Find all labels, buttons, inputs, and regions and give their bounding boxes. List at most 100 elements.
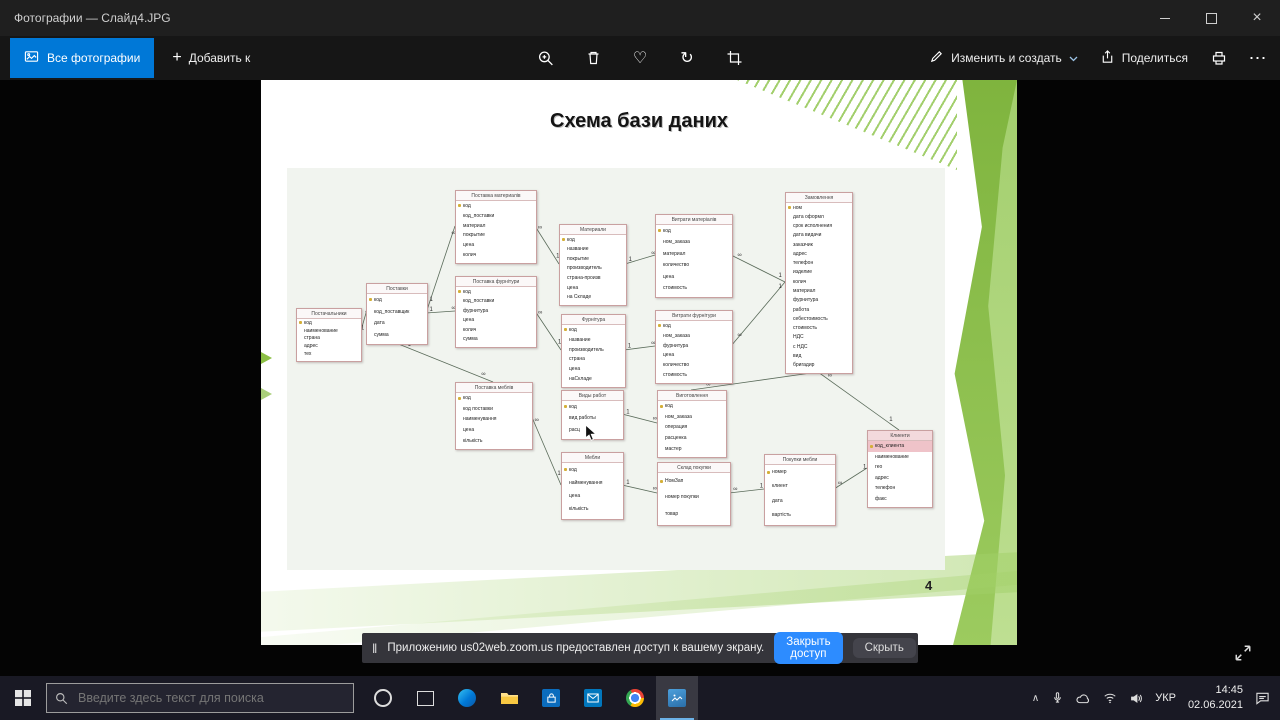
entity-field: код xyxy=(656,225,732,237)
entity-field: цена xyxy=(569,366,581,373)
entity-table: Постачальники код наименование страна адрес т… xyxy=(296,308,362,362)
minimize-button[interactable] xyxy=(1142,0,1188,36)
entity-table: Поставка фурнітури код код_поставки фурниту… xyxy=(455,276,537,348)
entity-field: дата xyxy=(772,497,783,504)
edit-create-button[interactable]: Изменить и создать xyxy=(929,49,1078,67)
entity-field: код xyxy=(456,201,536,211)
more-button[interactable]: ⋯ xyxy=(1249,48,1267,68)
key-icon xyxy=(788,206,791,210)
maximize-button[interactable] xyxy=(1188,0,1234,36)
expand-icon xyxy=(1235,645,1251,661)
crop-icon[interactable] xyxy=(726,50,743,67)
entity-field: цена xyxy=(463,242,475,249)
system-tray: ∧ УКР 14:45 02.06.2021 xyxy=(1032,676,1280,720)
share-button[interactable]: Поделиться xyxy=(1100,49,1188,67)
taskbar-search-box[interactable] xyxy=(46,683,354,713)
entity-field: вид xyxy=(793,352,802,359)
entity-field: код xyxy=(658,401,726,412)
entity-field: стоимость xyxy=(663,372,687,379)
favorite-icon[interactable]: ♡ xyxy=(632,50,649,67)
volume-icon[interactable] xyxy=(1129,692,1143,705)
entity-field: гео xyxy=(875,464,883,471)
entity-field: с НДС xyxy=(793,343,808,350)
entity-field: цена xyxy=(569,493,581,500)
file-explorer-button[interactable] xyxy=(488,676,530,720)
hide-banner-button[interactable]: Скрыть xyxy=(852,638,916,658)
entity-field: материал xyxy=(793,288,816,295)
slide-image: Схема бази даних 1∞1∞1∞1∞1∞1∞1∞1∞1∞1∞1∞1… xyxy=(261,80,1017,645)
chrome-icon xyxy=(626,689,644,707)
key-icon xyxy=(564,328,567,332)
entity-field: на Складе xyxy=(567,294,592,301)
entity-field: стоимость xyxy=(793,325,817,332)
entity-field: наСкладе xyxy=(569,376,592,383)
entity-field: ном_заказа xyxy=(663,332,690,339)
entity-field: мастер xyxy=(665,445,682,452)
entity-table: Витрати матеріалів код ном_заказа материал к… xyxy=(655,214,733,298)
all-photos-button[interactable]: Все фотографии xyxy=(10,38,155,78)
cardinality-label: 1 xyxy=(889,417,893,423)
entity-field: код xyxy=(562,325,625,335)
task-view-button[interactable] xyxy=(404,676,446,720)
entity-field: код xyxy=(456,287,536,297)
photos-icon xyxy=(668,689,686,707)
cardinality-label: 1 xyxy=(626,409,630,415)
entity-table: Замовлення ном дата оформл срок исполнения д… xyxy=(785,192,853,374)
key-icon xyxy=(658,229,661,233)
search-input[interactable] xyxy=(76,690,345,706)
entity-table: Поставки код код_поставщик дата сумма xyxy=(366,283,428,345)
onedrive-icon[interactable] xyxy=(1076,693,1091,704)
language-indicator[interactable]: УКР xyxy=(1155,692,1176,704)
mail-button[interactable] xyxy=(572,676,614,720)
key-icon xyxy=(564,405,567,409)
share-label: Поделиться xyxy=(1121,51,1188,65)
action-center-icon[interactable] xyxy=(1255,691,1270,705)
photos-app-button[interactable] xyxy=(656,676,698,720)
clock[interactable]: 14:45 02.06.2021 xyxy=(1188,683,1243,713)
cardinality-label: ∞ xyxy=(538,310,542,316)
entity-title: Покупки мебли xyxy=(765,455,835,465)
key-icon xyxy=(299,321,302,325)
entity-title: Постачальники xyxy=(297,309,361,319)
mic-icon[interactable] xyxy=(1051,691,1064,705)
entity-field: код xyxy=(562,463,623,476)
delete-icon[interactable] xyxy=(585,50,602,67)
edge-button[interactable] xyxy=(446,676,488,720)
entity-field: бригадир xyxy=(793,362,815,369)
entity-field: наименование xyxy=(875,453,909,460)
entity-field: цена xyxy=(463,427,475,434)
entity-table: Витрати фурнітури код ном_заказа фурнитура ц… xyxy=(655,310,733,384)
print-icon xyxy=(1211,50,1227,66)
add-to-button[interactable]: + Добавить к xyxy=(172,50,250,66)
tray-chevron-icon[interactable]: ∧ xyxy=(1032,693,1039,704)
store-button[interactable] xyxy=(530,676,572,720)
key-icon xyxy=(458,290,461,294)
maximize-icon xyxy=(1205,12,1217,24)
expand-button[interactable] xyxy=(1234,644,1252,667)
chrome-button[interactable] xyxy=(614,676,656,720)
entity-field: покрытие xyxy=(463,232,485,239)
entity-title: Поставка материалів xyxy=(456,191,536,201)
entity-table: Поставка материалів код код_поставки матери… xyxy=(455,190,537,264)
network-icon[interactable] xyxy=(1103,692,1117,704)
close-button[interactable]: × xyxy=(1234,0,1280,36)
entity-table: Поставка меблів код код поставки наименуван… xyxy=(455,382,533,450)
entity-field: код xyxy=(456,393,532,404)
close-access-button[interactable]: Закрыть доступ xyxy=(774,632,843,664)
cardinality-label: ∞ xyxy=(737,252,741,258)
entity-field: телефон xyxy=(793,260,814,267)
slide-deco-left-triangle xyxy=(261,352,272,364)
plus-icon: + xyxy=(172,49,182,66)
rotate-icon[interactable]: ↻ xyxy=(679,50,696,67)
print-button[interactable] xyxy=(1210,50,1227,67)
edit-create-label: Изменить и создать xyxy=(951,51,1062,65)
entity-title: Поставка фурнітури xyxy=(456,277,536,287)
entity-field: сумма xyxy=(374,332,389,339)
entity-field: колич xyxy=(463,252,477,259)
cortana-button[interactable] xyxy=(362,676,404,720)
zoom-in-icon[interactable] xyxy=(538,50,555,67)
entity-field: найменування xyxy=(569,479,603,486)
app-toolbar: Все фотографии + Добавить к ♡ ↻ Изменить… xyxy=(0,36,1280,80)
start-button[interactable] xyxy=(0,676,46,720)
entity-field: цена xyxy=(567,284,579,291)
